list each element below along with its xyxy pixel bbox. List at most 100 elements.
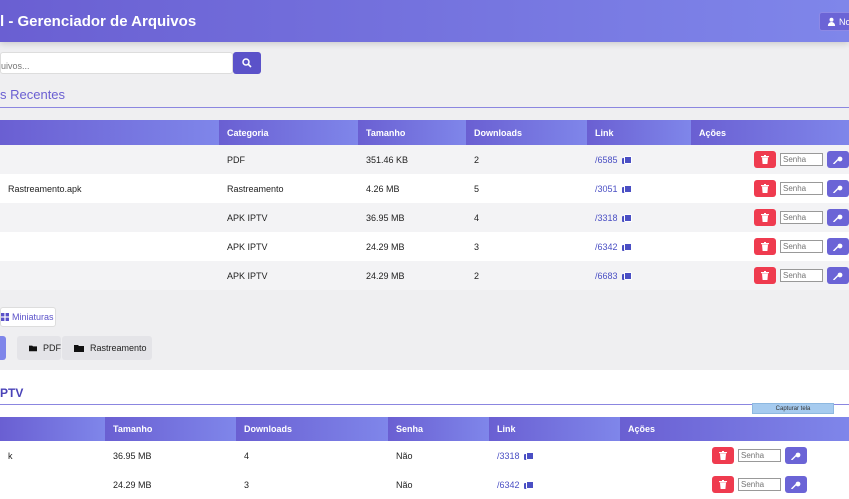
key-icon xyxy=(833,185,843,193)
copy-icon[interactable] xyxy=(621,184,632,193)
file-downloads: 4 xyxy=(236,441,388,470)
search-input[interactable] xyxy=(0,52,233,74)
search-icon xyxy=(242,58,252,68)
filter-all[interactable] xyxy=(0,336,6,360)
set-password-button[interactable] xyxy=(785,476,807,493)
file-size: 24.29 MB xyxy=(358,261,466,290)
password-input[interactable] xyxy=(738,449,781,462)
file-name xyxy=(0,232,219,261)
file-link[interactable]: /3318 xyxy=(595,213,632,223)
set-password-button[interactable] xyxy=(827,180,849,197)
file-link-text: /3318 xyxy=(497,450,520,461)
app-title: l - Gerenciador de Arquivos xyxy=(0,13,197,30)
file-downloads: 4 xyxy=(466,203,587,232)
thumbnails-toggle[interactable]: Miniaturas xyxy=(0,307,56,327)
delete-button[interactable] xyxy=(754,180,776,197)
file-link[interactable]: /3051 xyxy=(595,184,632,194)
file-link-cell: /6683 xyxy=(587,261,691,290)
folder-icon xyxy=(74,345,84,352)
key-icon xyxy=(833,156,843,164)
file-link-text: /6683 xyxy=(595,270,618,281)
file-name xyxy=(0,470,105,499)
file-actions xyxy=(691,203,849,232)
file-size: 36.95 MB xyxy=(105,441,236,470)
file-link-text: /6342 xyxy=(497,479,520,490)
file-category: Rastreamento xyxy=(219,174,358,203)
section-divider xyxy=(0,404,849,405)
col-name xyxy=(0,417,105,441)
file-size: 24.29 MB xyxy=(105,470,236,499)
delete-button[interactable] xyxy=(754,209,776,226)
set-password-button[interactable] xyxy=(785,447,807,464)
table-row: k 36.95 MB 4 Não/3318 xyxy=(0,441,849,470)
trash-icon xyxy=(761,213,769,222)
file-link[interactable]: /6342 xyxy=(595,242,632,252)
filter-rastreamento-label: Rastreamento xyxy=(90,343,147,353)
file-size: 24.29 MB xyxy=(358,232,466,261)
file-link[interactable]: /3318 xyxy=(497,450,534,461)
recent-files-table: Categoria Tamanho Downloads Link Ações P… xyxy=(0,120,849,290)
copy-icon[interactable] xyxy=(621,271,632,280)
delete-button[interactable] xyxy=(712,476,734,493)
file-name: Rastreamento.apk xyxy=(0,174,219,203)
set-password-button[interactable] xyxy=(827,238,849,255)
password-input[interactable] xyxy=(780,153,823,166)
file-password-status: Não xyxy=(388,441,489,470)
password-input[interactable] xyxy=(780,240,823,253)
file-name: k xyxy=(0,441,105,470)
file-link[interactable]: /6585 xyxy=(595,155,632,165)
file-actions xyxy=(691,261,849,290)
table-row: 24.29 MB 3 Não/6342 xyxy=(0,470,849,499)
delete-button[interactable] xyxy=(754,238,776,255)
filter-pdf[interactable]: PDF xyxy=(17,336,61,360)
copy-icon[interactable] xyxy=(523,480,534,489)
delete-button[interactable] xyxy=(754,151,776,168)
app-header: l - Gerenciador de Arquivos No xyxy=(0,0,849,42)
file-category: PDF xyxy=(219,145,358,174)
file-link-cell: /6585 xyxy=(587,145,691,174)
filter-pdf-label: PDF xyxy=(43,343,61,353)
copy-icon[interactable] xyxy=(523,451,534,460)
thumbnails-label: Miniaturas xyxy=(12,312,54,322)
file-link[interactable]: /6342 xyxy=(497,479,534,490)
copy-icon[interactable] xyxy=(621,213,632,222)
capture-screen-button[interactable]: Capturar tela xyxy=(752,403,834,414)
grid-icon xyxy=(1,313,9,321)
password-input[interactable] xyxy=(780,182,823,195)
copy-icon[interactable] xyxy=(621,242,632,251)
file-category: APK IPTV xyxy=(219,232,358,261)
trash-icon xyxy=(761,242,769,251)
file-downloads: 3 xyxy=(466,232,587,261)
set-password-button[interactable] xyxy=(827,209,849,226)
iptv-table: Tamanho Downloads Senha Link Ações k 36.9… xyxy=(0,417,849,499)
trash-icon xyxy=(761,184,769,193)
file-actions xyxy=(691,145,849,174)
trash-icon xyxy=(719,480,727,489)
table-row: PDF 351.46 KB 2/6585 xyxy=(0,145,849,174)
file-link[interactable]: /6683 xyxy=(595,270,632,281)
search-button[interactable] xyxy=(233,52,261,74)
table-row: APK IPTV 36.95 MB 4/3318 xyxy=(0,203,849,232)
user-plus-icon xyxy=(827,17,836,26)
new-button[interactable]: No xyxy=(819,12,849,31)
file-name xyxy=(0,261,219,290)
file-downloads: 5 xyxy=(466,174,587,203)
col-link: Link xyxy=(489,417,620,441)
set-password-button[interactable] xyxy=(827,151,849,168)
file-downloads: 2 xyxy=(466,261,587,290)
password-input[interactable] xyxy=(738,478,781,491)
iptv-section-title: PTV xyxy=(0,386,24,400)
delete-button[interactable] xyxy=(712,447,734,464)
set-password-button[interactable] xyxy=(827,267,849,284)
password-input[interactable] xyxy=(780,211,823,224)
trash-icon xyxy=(761,155,769,164)
copy-icon[interactable] xyxy=(621,155,632,164)
col-name xyxy=(0,120,219,145)
delete-button[interactable] xyxy=(754,267,776,284)
key-icon xyxy=(791,452,801,460)
folder-icon xyxy=(29,345,37,352)
section-divider xyxy=(0,107,849,108)
file-size: 4.26 MB xyxy=(358,174,466,203)
filter-rastreamento[interactable]: Rastreamento xyxy=(62,336,152,360)
password-input[interactable] xyxy=(780,269,823,282)
